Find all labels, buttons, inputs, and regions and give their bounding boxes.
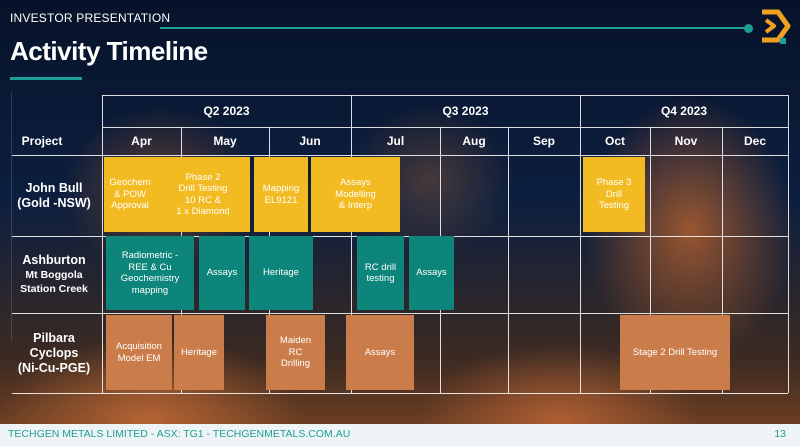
activity-block: Assays bbox=[409, 236, 454, 310]
activity-block: Phase 2 Drill Testing 10 RC & 1 x Diamon… bbox=[156, 157, 250, 232]
activity-label: Assays bbox=[416, 267, 447, 279]
activity-block: Maiden RC Drilling bbox=[266, 315, 325, 390]
month-header: Apr bbox=[131, 134, 152, 148]
month-header: Nov bbox=[674, 134, 698, 148]
activity-label: Geochem & POW Approval bbox=[109, 177, 151, 212]
activity-block: Phase 3 Drill Testing bbox=[583, 157, 645, 232]
quarter-header: Q2 2023 bbox=[203, 104, 250, 118]
activity-block: RC drill testing bbox=[357, 236, 404, 310]
activity-block: Geochem & POW Approval bbox=[104, 157, 156, 232]
quarter-header: Q3 2023 bbox=[442, 104, 489, 118]
month-header: Oct bbox=[604, 134, 625, 148]
activity-label: Heritage bbox=[263, 267, 299, 279]
header-rule-dot bbox=[744, 24, 753, 33]
quarter-header: Q4 2023 bbox=[660, 104, 708, 118]
month-header: May bbox=[213, 134, 237, 148]
activity-block: Stage 2 Drill Testing bbox=[620, 315, 730, 390]
activity-label: Acquisition Model EM bbox=[116, 341, 162, 364]
activity-label: Assays bbox=[206, 267, 238, 279]
grid-line-vertical bbox=[508, 127, 509, 393]
activity-block: Heritage bbox=[249, 236, 313, 310]
project-detail: (Gold -NSW) bbox=[17, 195, 91, 210]
project-name: Pilbara Cyclops bbox=[29, 330, 79, 360]
grid-line-horizontal bbox=[102, 127, 788, 128]
project-label: Ashburton Mt Boggola Station Creek bbox=[12, 236, 96, 313]
month-header: Dec bbox=[743, 134, 766, 148]
month-header: Jul bbox=[386, 134, 405, 148]
project-label: John Bull (Gold -NSW) bbox=[12, 155, 96, 236]
header-rule bbox=[160, 27, 745, 29]
activity-block: Mapping EL9121 bbox=[254, 157, 308, 232]
section-label: INVESTOR PRESENTATION bbox=[10, 11, 171, 25]
month-header: Aug bbox=[462, 134, 486, 148]
activity-block: Assays bbox=[199, 236, 245, 310]
activity-label: RC drill testing bbox=[364, 261, 397, 285]
activity-label: Phase 3 Drill Testing bbox=[596, 177, 632, 212]
activity-block: Heritage bbox=[174, 315, 224, 390]
project-label: Pilbara Cyclops (Ni-Cu-PGE) bbox=[12, 313, 96, 393]
activity-label: Assays bbox=[364, 346, 396, 358]
grid-line-horizontal bbox=[12, 313, 788, 314]
month-header: Jun bbox=[299, 134, 321, 148]
project-detail: Mt Boggola Station Creek bbox=[20, 269, 88, 295]
project-detail: (Ni-Cu-PGE) bbox=[17, 360, 91, 375]
activity-label: Heritage bbox=[181, 346, 217, 358]
footer-company: TECHGEN METALS LIMITED - ASX: TG1 - TECH… bbox=[8, 428, 351, 440]
month-header: Sep bbox=[532, 134, 555, 148]
side-decoration bbox=[0, 92, 12, 340]
project-column-header: Project bbox=[21, 134, 63, 148]
activity-label: Assays Modelling & Interp bbox=[335, 177, 376, 212]
activity-label: Maiden RC Drilling bbox=[279, 335, 312, 370]
activity-block: Radiometric - REE & Cu Geochemistry mapp… bbox=[106, 236, 194, 310]
activity-block: Acquisition Model EM bbox=[106, 315, 172, 390]
project-name: John Bull bbox=[25, 180, 83, 195]
project-name: Ashburton bbox=[22, 253, 86, 267]
activity-block: Assays Modelling & Interp bbox=[311, 157, 400, 232]
activity-block: Assays bbox=[346, 315, 414, 390]
grid-line-horizontal bbox=[12, 393, 788, 394]
grid-line-horizontal bbox=[102, 95, 788, 96]
page-title: Activity Timeline bbox=[10, 36, 208, 66]
activity-label: Phase 2 Drill Testing 10 RC & 1 x Diamon… bbox=[176, 171, 230, 218]
grid-line-horizontal bbox=[12, 155, 788, 156]
activity-label: Stage 2 Drill Testing bbox=[632, 346, 718, 358]
activity-label: Radiometric - REE & Cu Geochemistry mapp… bbox=[120, 250, 180, 296]
title-underline bbox=[10, 77, 82, 80]
activity-label: Mapping EL9121 bbox=[262, 183, 300, 206]
grid-line-vertical bbox=[788, 95, 789, 393]
techgen-logo-icon bbox=[762, 9, 791, 44]
page-number: 13 bbox=[774, 428, 786, 440]
